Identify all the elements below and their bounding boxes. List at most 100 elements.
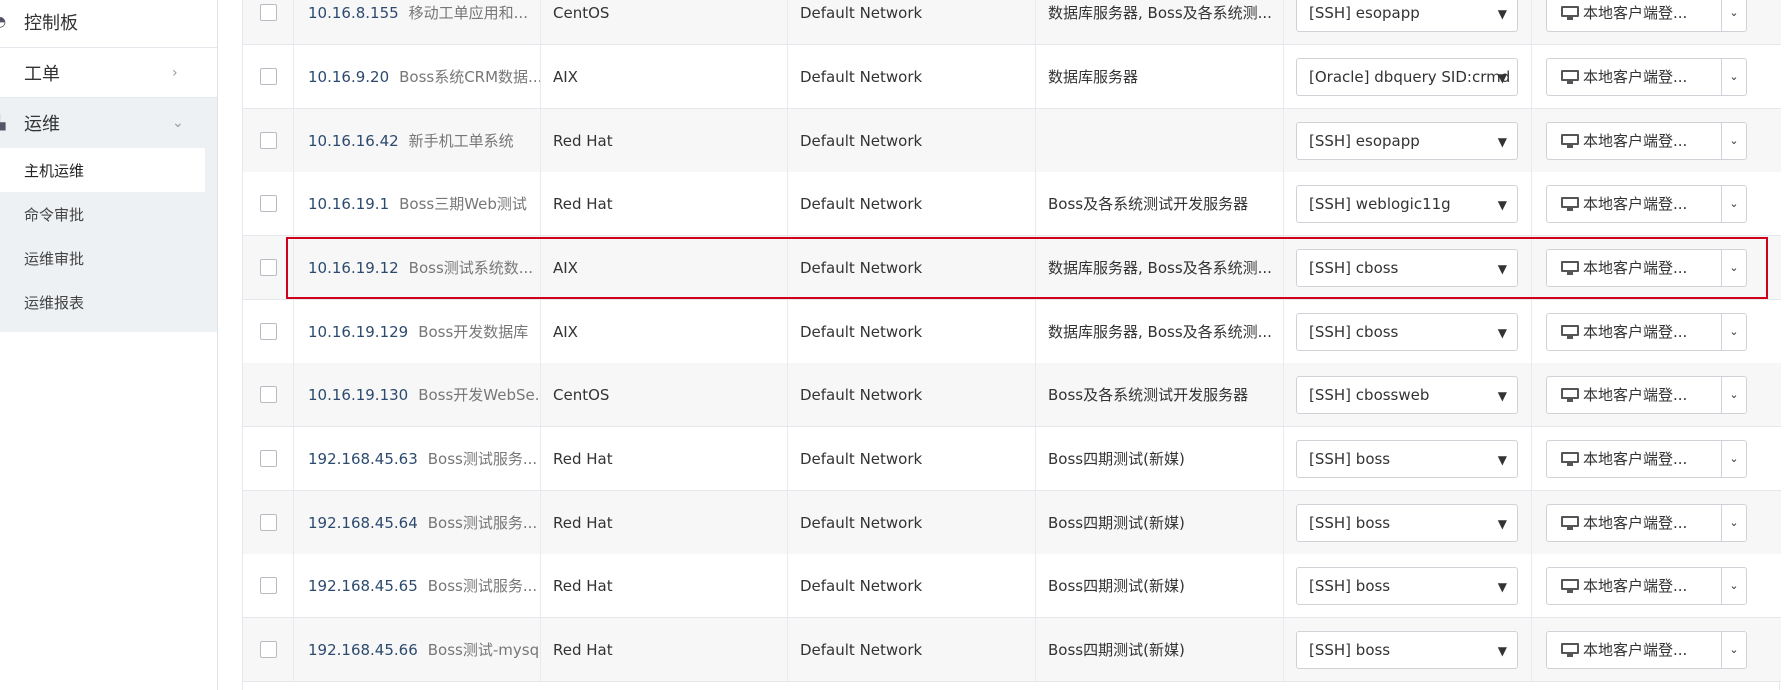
row-checkbox[interactable] — [259, 132, 277, 149]
network-cell: Default Network — [788, 0, 1036, 44]
network-cell: Default Network — [788, 491, 1036, 554]
login-dropdown-toggle[interactable]: ⌄ — [1722, 566, 1747, 605]
account-select[interactable]: [SSH] cboss ▼ — [1296, 312, 1518, 351]
table-row[interactable]: 10.16.9.20 Boss系统CRM数据... AIX Default Ne… — [243, 45, 1781, 109]
table-row[interactable]: 192.168.45.65 Boss测试服务... Red Hat Defaul… — [243, 554, 1781, 618]
table-row[interactable]: 10.16.16.42 新手机工单系统 Red Hat Default Netw… — [243, 109, 1781, 173]
host-ip[interactable]: 10.16.8.155 — [308, 4, 399, 22]
table-row[interactable]: 192.168.45.66 Boss测试-mysq... Red Hat Def… — [243, 618, 1781, 682]
account-select[interactable]: [SSH] esopapp ▼ — [1296, 121, 1518, 160]
local-client-login-button[interactable]: 本地客户端登... — [1546, 503, 1722, 542]
local-client-login-button[interactable]: 本地客户端登... — [1546, 439, 1722, 478]
account-select-value: [SSH] cbossweb — [1309, 385, 1430, 404]
table-row[interactable]: 10.16.19.1 Boss三期Web测试 Red Hat Default N… — [243, 172, 1781, 236]
sidebar-item-tickets[interactable]: 工单 › — [0, 48, 217, 98]
account-select[interactable]: [SSH] boss ▼ — [1296, 630, 1518, 669]
sidebar-subitem-host-ops[interactable]: 主机运维 — [0, 148, 205, 192]
sidebar-item-ops[interactable]: ▙ 运维 ⌄ — [0, 98, 217, 148]
group-cell: Boss及各系统测试开发服务器 — [1036, 172, 1284, 235]
host-ip[interactable]: 10.16.19.130 — [308, 386, 408, 404]
sidebar-item-dashboard[interactable]: ◔ 控制板 — [0, 0, 217, 48]
host-name: Boss系统CRM数据... — [399, 68, 541, 86]
row-checkbox[interactable] — [259, 450, 277, 467]
sidebar-subitem-command-approval[interactable]: 命令审批 — [0, 192, 217, 236]
host-cell: 10.16.19.130 Boss开发WebSe... — [294, 363, 541, 426]
row-checkbox[interactable] — [259, 514, 277, 531]
account-select[interactable]: [SSH] boss ▼ — [1296, 503, 1518, 542]
chevron-down-icon: ⌄ — [1729, 388, 1739, 401]
row-checkbox[interactable] — [259, 577, 277, 594]
chevron-down-icon: ⌄ — [1729, 579, 1739, 592]
login-dropdown-toggle[interactable]: ⌄ — [1722, 439, 1747, 478]
login-dropdown-toggle[interactable]: ⌄ — [1722, 121, 1747, 160]
sidebar-subitem-ops-approval[interactable]: 运维审批 — [0, 236, 217, 280]
row-checkbox[interactable] — [259, 259, 277, 276]
row-checkbox[interactable] — [259, 323, 277, 340]
account-select[interactable]: [SSH] esopapp ▼ — [1296, 0, 1518, 32]
local-client-login-button[interactable]: 本地客户端登... — [1546, 0, 1722, 32]
login-dropdown-toggle[interactable]: ⌄ — [1722, 503, 1747, 542]
row-checkbox-cell — [243, 236, 294, 299]
os-cell: CentOS — [541, 363, 788, 426]
row-checkbox[interactable] — [259, 386, 277, 403]
host-ip[interactable]: 192.168.45.64 — [308, 514, 418, 532]
table-row[interactable]: 10.16.19.130 Boss开发WebSe... CentOS Defau… — [243, 363, 1781, 427]
local-client-login-button[interactable]: 本地客户端登... — [1546, 566, 1722, 605]
account-select[interactable]: [SSH] boss ▼ — [1296, 439, 1518, 478]
table-row[interactable]: 10.16.8.155 移动工单应用和... CentOS Default Ne… — [243, 0, 1781, 45]
chevron-down-icon: ⌄ — [1729, 70, 1739, 83]
account-select[interactable]: [SSH] weblogic11g ▼ — [1296, 184, 1518, 223]
row-checkbox[interactable] — [259, 68, 277, 85]
login-dropdown-toggle[interactable]: ⌄ — [1722, 248, 1747, 287]
login-dropdown-toggle[interactable]: ⌄ — [1722, 630, 1747, 669]
action-cell: 本地客户端登... ⌄ — [1532, 172, 1781, 235]
login-button-label: 本地客户端登... — [1583, 577, 1688, 595]
local-client-login-button[interactable]: 本地客户端登... — [1546, 312, 1722, 351]
monitor-icon — [1561, 515, 1579, 530]
row-checkbox-cell — [243, 618, 294, 681]
local-client-login-button[interactable]: 本地客户端登... — [1546, 375, 1722, 414]
local-client-login-button[interactable]: 本地客户端登... — [1546, 630, 1722, 669]
host-ip[interactable]: 192.168.45.66 — [308, 641, 418, 659]
account-select[interactable]: [SSH] boss ▼ — [1296, 566, 1518, 605]
host-cell: 10.16.19.12 Boss测试系统数... — [294, 236, 541, 299]
monitor-icon — [1561, 387, 1579, 402]
table-row[interactable]: 192.168.45.63 Boss测试服务... Red Hat Defaul… — [243, 427, 1781, 491]
table-row[interactable]: 10.16.19.129 Boss开发数据库 AIX Default Netwo… — [243, 300, 1781, 364]
account-select[interactable]: [SSH] cboss ▼ — [1296, 248, 1518, 287]
local-client-login-button[interactable]: 本地客户端登... — [1546, 184, 1722, 223]
login-dropdown-toggle[interactable]: ⌄ — [1722, 0, 1747, 32]
host-ip[interactable]: 10.16.19.1 — [308, 195, 389, 213]
table-row[interactable]: 192.168.45.64 Boss测试服务... Red Hat Defaul… — [243, 491, 1781, 555]
local-client-login-button[interactable]: 本地客户端登... — [1546, 248, 1722, 287]
login-dropdown-toggle[interactable]: ⌄ — [1722, 184, 1747, 223]
action-cell: 本地客户端登... ⌄ — [1532, 300, 1781, 363]
host-cell: 10.16.8.155 移动工单应用和... — [294, 0, 541, 44]
sidebar-subitem-ops-report[interactable]: 运维报表 — [0, 280, 217, 324]
chevron-down-icon: ▼ — [1497, 70, 1507, 85]
table-row[interactable]: 10.16.19.12 Boss测试系统数... AIX Default Net… — [243, 236, 1781, 300]
login-dropdown-toggle[interactable]: ⌄ — [1722, 375, 1747, 414]
login-dropdown-toggle[interactable]: ⌄ — [1722, 57, 1747, 96]
login-button-label: 本地客户端登... — [1583, 386, 1688, 404]
group-cell: Boss四期测试(新媒) — [1036, 427, 1284, 490]
sidebar-item-label: 工单 — [24, 63, 60, 85]
host-ip[interactable]: 10.16.16.42 — [308, 132, 399, 150]
monitor-icon — [1561, 324, 1579, 339]
host-ip[interactable]: 192.168.45.65 — [308, 577, 418, 595]
local-client-login-button[interactable]: 本地客户端登... — [1546, 57, 1722, 96]
host-ip[interactable]: 10.16.9.20 — [308, 68, 389, 86]
host-ip[interactable]: 10.16.19.129 — [308, 323, 408, 341]
host-name: Boss测试系统数... — [408, 259, 534, 277]
sidebar-subitem-label: 运维报表 — [24, 293, 85, 312]
row-checkbox[interactable] — [259, 641, 277, 658]
account-select[interactable]: [Oracle] dbquery SID:crmd ▼ — [1296, 57, 1518, 96]
host-ip[interactable]: 192.168.45.63 — [308, 450, 418, 468]
row-checkbox[interactable] — [259, 4, 277, 21]
account-select[interactable]: [SSH] cbossweb ▼ — [1296, 375, 1518, 414]
row-checkbox[interactable] — [259, 195, 277, 212]
host-ip[interactable]: 10.16.19.12 — [308, 259, 399, 277]
local-client-login-button[interactable]: 本地客户端登... — [1546, 121, 1722, 160]
action-cell: 本地客户端登... ⌄ — [1532, 236, 1781, 299]
login-dropdown-toggle[interactable]: ⌄ — [1722, 312, 1747, 351]
